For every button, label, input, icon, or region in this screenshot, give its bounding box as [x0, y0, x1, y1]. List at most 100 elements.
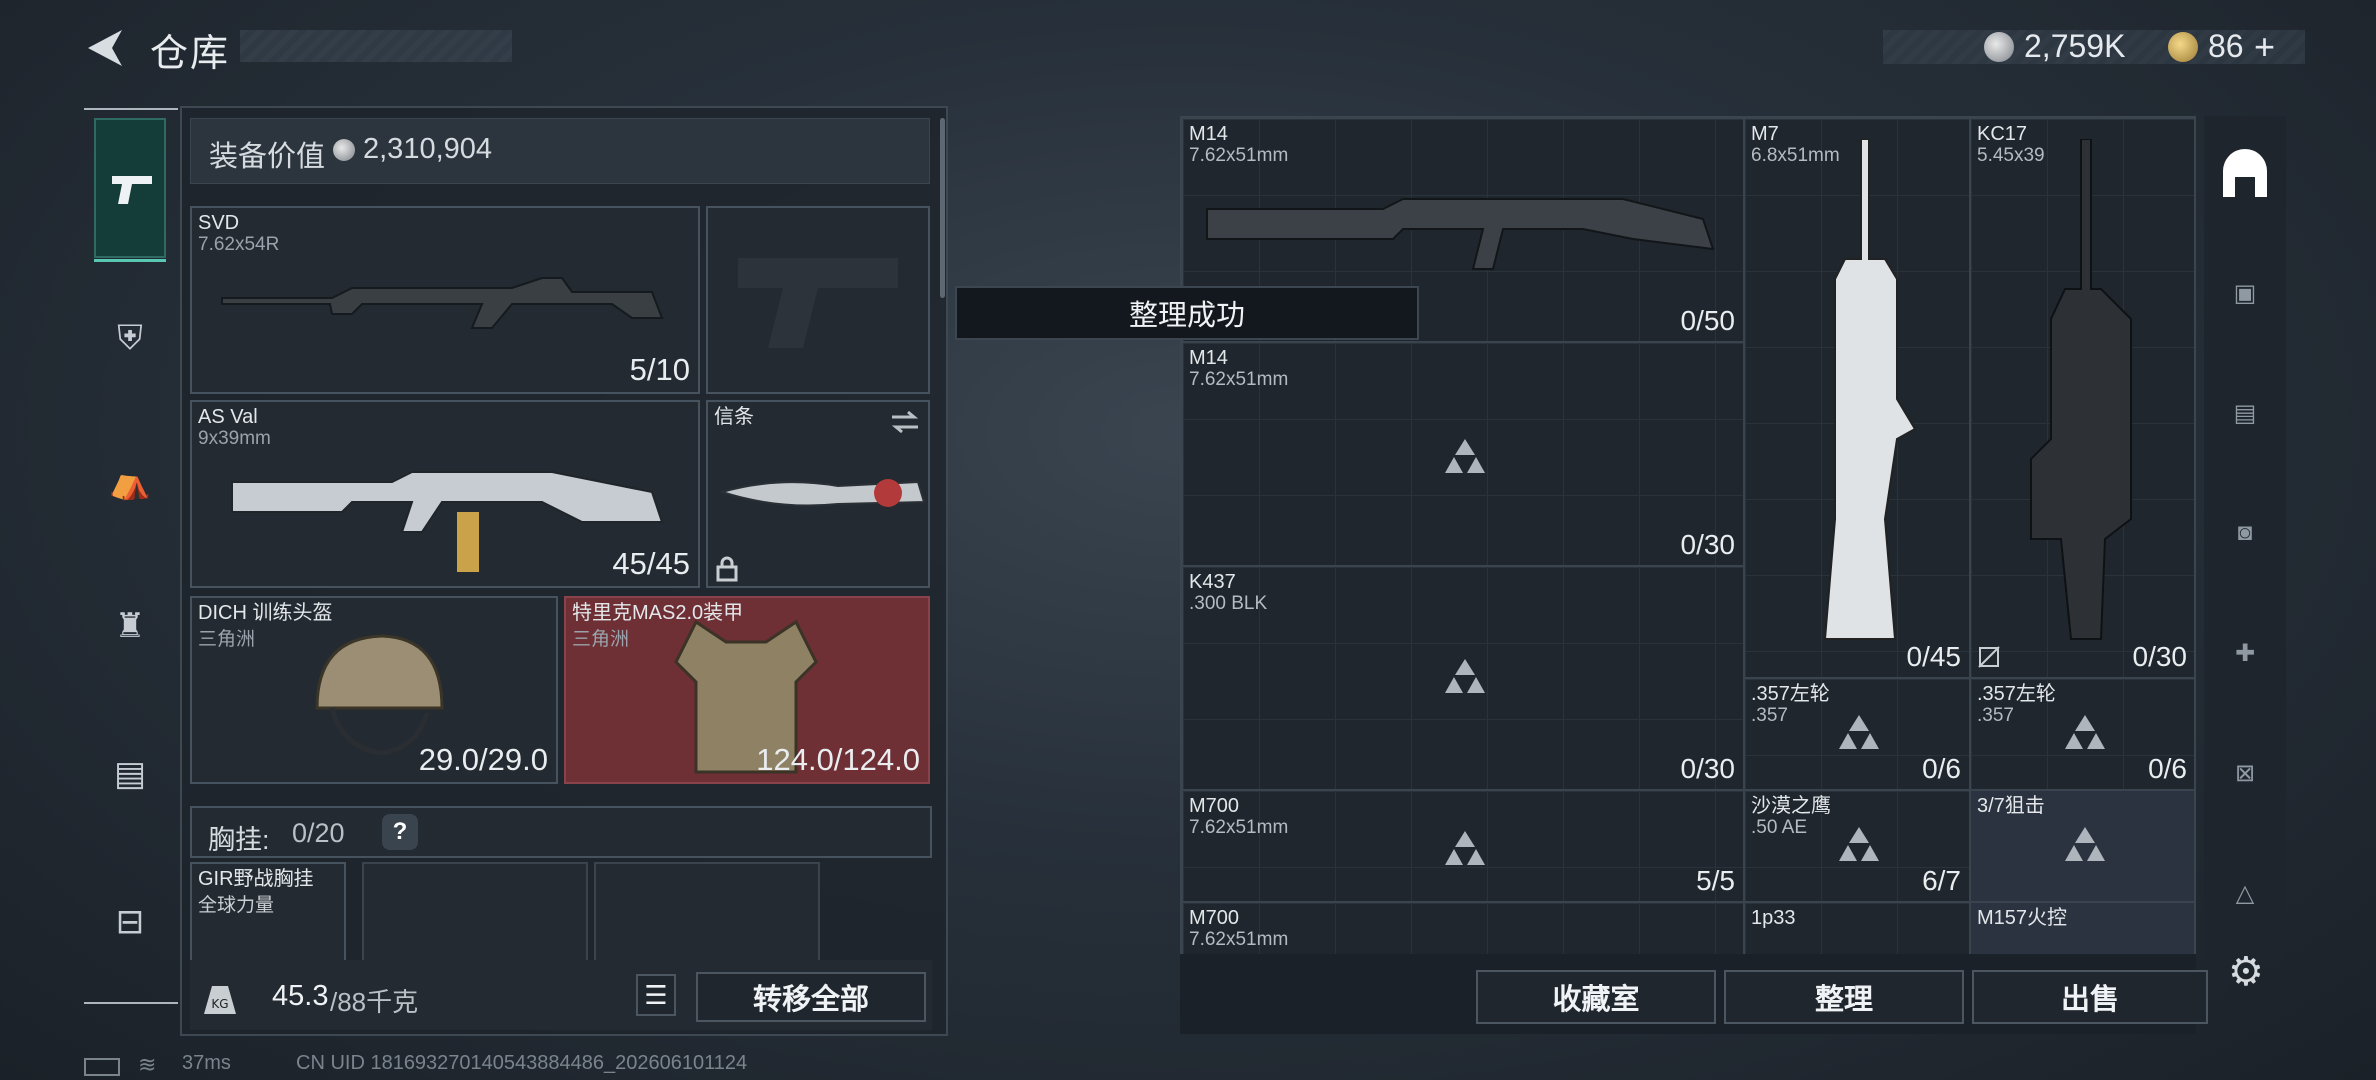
- chest-rig-bar: 胸挂: 0/20 ?: [190, 806, 932, 858]
- tab-vest[interactable]: ⛨: [104, 312, 156, 364]
- stash-item[interactable]: M7 6.8x51mm 0/45: [1744, 118, 1970, 678]
- stash-item[interactable]: 沙漠之鹰 .50 AE 6/7: [1744, 790, 1970, 902]
- sell-button[interactable]: 出售: [1972, 970, 2208, 1024]
- chest-capacity: 0/20: [292, 818, 345, 848]
- uid: CN UID 181693270140543884486_20260610112…: [296, 1052, 748, 1074]
- medkit-icon: ✚: [2234, 639, 2256, 667]
- item-name: M700: [1189, 907, 1240, 929]
- slot-melee[interactable]: 信条: [706, 400, 930, 588]
- item-name: SVD: [198, 212, 240, 234]
- item-name: AS Val: [198, 406, 258, 428]
- stash-tab-5[interactable]: ✚: [2212, 620, 2278, 686]
- swap-icon[interactable]: [890, 410, 920, 434]
- delta-placeholder-icon: [1445, 439, 1485, 473]
- delta-placeholder-icon: [1445, 831, 1485, 865]
- stash-tab-7[interactable]: △: [2212, 860, 2278, 926]
- weight-icon: KG: [204, 986, 236, 1014]
- stash-tab-main[interactable]: [2212, 142, 2278, 208]
- item-caliber: .357: [1751, 705, 1788, 726]
- gold-coin-icon: [2168, 32, 2198, 62]
- toolbox-icon: ⊟: [115, 903, 145, 941]
- bag-icon: ♜: [114, 607, 146, 645]
- ammo-count: 5/5: [1696, 865, 1735, 896]
- tab-backpack[interactable]: ⛺: [104, 456, 156, 508]
- ammo-count: 6/7: [1922, 865, 1961, 896]
- back-arrow-icon[interactable]: [82, 26, 126, 70]
- stash-item[interactable]: M700 7.62x51mm 5/5: [1182, 790, 1744, 902]
- list-view-button[interactable]: ☰: [636, 974, 676, 1016]
- item-name: M700: [1189, 795, 1240, 817]
- ammo-count: 45/45: [612, 546, 690, 581]
- item-name: 沙漠之鹰: [1751, 795, 1831, 817]
- ammo-count: 0/30: [2132, 641, 2188, 672]
- list-icon: ☰: [644, 979, 668, 1010]
- organize-button[interactable]: 整理: [1724, 970, 1964, 1024]
- transfer-all-button[interactable]: 转移全部: [696, 972, 926, 1022]
- collection-room-button[interactable]: 收藏室: [1476, 970, 1716, 1024]
- stash-item[interactable]: KC17 5.45x39 0/30: [1970, 118, 2194, 678]
- tab-bag[interactable]: ♜: [104, 600, 156, 652]
- crate-icon: ⊠: [2234, 759, 2256, 787]
- silver-currency: 2,759K: [2024, 28, 2126, 64]
- item-caliber: 7.62x54R: [198, 234, 280, 255]
- slot-secondary-weapon[interactable]: AS Val 9x39mm 45/45: [190, 400, 700, 588]
- slot-helmet[interactable]: DICH 训练头盔 三角洲 29.0/29.0: [190, 596, 558, 784]
- item-brand: 全球力量: [198, 895, 275, 916]
- item-name: 3/7狙击: [1977, 795, 2045, 817]
- tab-toolbox[interactable]: ⊟: [104, 896, 156, 948]
- stash-item[interactable]: M700 7.62x51mm: [1182, 902, 1744, 958]
- stash-grid: M14 7.62x51mm 0/50 M7 6.8x51mm 0/45 KC17…: [1180, 116, 2196, 960]
- stash-item[interactable]: .357左轮 .357 0/6: [1744, 678, 1970, 790]
- slot-primary-weapon[interactable]: SVD 7.62x54R 5/10: [190, 206, 700, 394]
- item-name: K437: [1189, 571, 1236, 593]
- tab-weapons[interactable]: [94, 118, 166, 262]
- stash-tab-3[interactable]: ▤: [2212, 380, 2278, 446]
- item-brand: 三角洲: [198, 629, 256, 650]
- stash-tabs: ▣ ▤ ◙ ✚ ⊠ △: [2204, 116, 2286, 960]
- ammo-count: 0/6: [2148, 753, 2187, 784]
- battery-icon: [84, 1058, 120, 1076]
- add-currency-button[interactable]: +: [2254, 26, 2275, 68]
- item-caliber: .357: [1977, 705, 2014, 726]
- item-name: M157火控: [1977, 907, 2068, 929]
- stash-tab-6[interactable]: ⊠: [2212, 740, 2278, 806]
- ping: 37ms: [182, 1052, 231, 1074]
- stash-item[interactable]: 3/7狙击: [1970, 790, 2194, 902]
- item-caliber: 7.62x51mm: [1189, 929, 1289, 950]
- item-caliber: .50 AE: [1751, 817, 1807, 838]
- slot-chest-rig[interactable]: GIR野战胸挂 全球力量: [190, 862, 346, 962]
- svg-text:KG: KG: [211, 997, 228, 1011]
- item-name: KC17: [1977, 123, 2028, 145]
- stash-item[interactable]: 1p33: [1744, 902, 1970, 958]
- wifi-icon: ≋: [138, 1052, 157, 1077]
- ammo-count: 0/30: [1680, 753, 1736, 784]
- slot-sidearm-empty[interactable]: [706, 206, 930, 394]
- stash-item[interactable]: K437 .300 BLK 0/30: [1182, 566, 1744, 790]
- item-caliber: .300 BLK: [1189, 593, 1268, 614]
- stash-tab-2[interactable]: ▣: [2212, 260, 2278, 326]
- title-decoration: [240, 30, 512, 62]
- chest-slot-empty[interactable]: [362, 862, 588, 962]
- pistol-placeholder-icon: [738, 258, 898, 348]
- chest-slot-empty[interactable]: [594, 862, 820, 962]
- page-title: 仓库: [150, 33, 231, 75]
- stash-item[interactable]: M157火控: [1970, 902, 2194, 958]
- rifle-vertical-icon: [1823, 139, 1917, 640]
- item-name: .357左轮: [1977, 683, 2056, 705]
- inventory-footer: KG 45.3 /88千克 ☰ 转移全部: [190, 960, 932, 1030]
- stash-item[interactable]: M14 7.62x51mm 0/30: [1182, 342, 1744, 566]
- help-button[interactable]: ?: [382, 814, 418, 850]
- stash-item[interactable]: .357左轮 .357 0/6: [1970, 678, 2194, 790]
- pistol-icon: [112, 176, 152, 204]
- scrollbar[interactable]: [940, 118, 945, 298]
- delta-placeholder-icon: [1839, 827, 1879, 861]
- delta-placeholder-icon: [2065, 827, 2105, 861]
- slot-armor[interactable]: 特里克MAS2.0装甲 三角洲 124.0/124.0: [564, 596, 930, 784]
- rifle-icon: [1206, 198, 1715, 270]
- weight-max: /88千克: [330, 987, 419, 1017]
- tab-case[interactable]: ▤: [104, 748, 156, 800]
- delta-placeholder-icon: [2065, 715, 2105, 749]
- lock-icon: [716, 556, 738, 582]
- settings-gear-icon[interactable]: ⚙: [2228, 952, 2268, 992]
- stash-tab-4[interactable]: ◙: [2212, 500, 2278, 566]
